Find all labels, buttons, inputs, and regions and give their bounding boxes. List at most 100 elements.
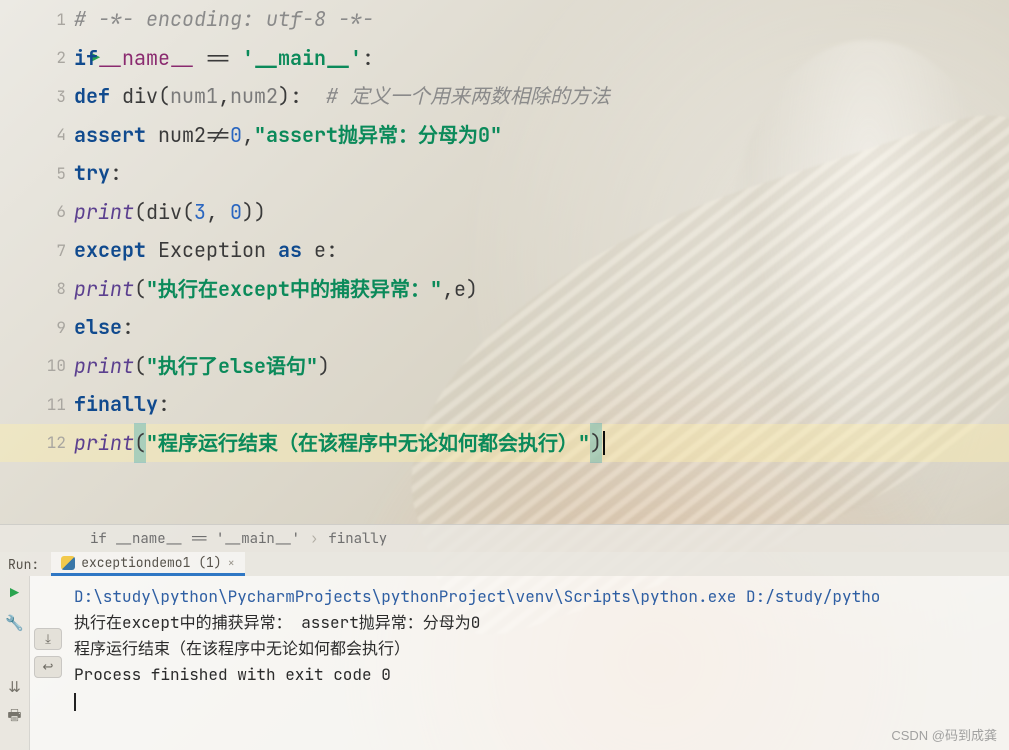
string: "执行了else语句" [146,347,318,386]
gutter-line[interactable]: 4 [0,116,74,155]
run-toolwindow-header: Run: exceptiondemo1 (1) × [0,552,1009,576]
punct: : [362,39,374,78]
code-line[interactable]: finally: [74,385,1009,424]
gutter-line[interactable]: 1 [0,0,74,39]
run-tab-title: exceptiondemo1 (1) [81,554,221,571]
op: == [194,39,242,78]
dunder-name: __name__ [98,39,194,78]
chevron-right-icon: › [310,530,318,548]
builtin-print: print [74,424,134,463]
gutter-line[interactable]: 6 [0,193,74,232]
punct: ( [158,77,170,116]
punct: : [326,231,338,270]
watermark: CSDN @码到成龚 [891,725,997,744]
string: "执行在except中的捕获异常：" [146,270,442,309]
punct: : [290,77,302,116]
code-line[interactable]: # -*- encoding: utf-8 -*- [74,0,1009,39]
gutter-line[interactable]: 2▶ [0,39,74,78]
gutter-line[interactable]: 8 [0,270,74,309]
code-editor[interactable]: 1 2▶ 3 4 5 6 7 8 9 10 11 12⌃ # -*- encod… [0,0,1009,524]
run-toolbar: ▶ 🔧 ⇊ 🖶 [0,576,30,750]
code-line[interactable]: print(div(3, 0)) [74,193,1009,232]
punct: : [122,308,134,347]
breadcrumb-segment[interactable]: if __name__ == '__main__' [90,530,300,548]
console-exit-line: Process finished with exit code 0 [74,662,999,688]
var: e [302,231,326,270]
punct: ) [278,77,290,116]
builtin-print: print [74,193,134,232]
gutter-line[interactable]: 5 [0,154,74,193]
param: num2 [230,77,278,116]
kw-if: if [74,39,98,78]
breadcrumb[interactable]: if __name__ == '__main__' › finally [0,524,1009,552]
exception-class: Exception [146,231,278,270]
punct: ( [134,423,146,464]
gutter-line[interactable]: 10 [0,347,74,386]
code-line[interactable]: except Exception as e: [74,231,1009,270]
kw-try: try [74,154,110,193]
code-line[interactable]: assert num2!=0,"assert抛异常：分母为0" [74,116,1009,155]
punct: ) [254,193,266,232]
var: e [454,270,466,309]
console-output-line: 程序运行结束（在该程序中无论如何都会执行） [74,636,999,662]
gutter-line[interactable]: 11 [0,385,74,424]
code-line[interactable]: print("执行了else语句") [74,347,1009,386]
gutter-line[interactable]: 9 [0,308,74,347]
punct: ) [242,193,254,232]
code-line[interactable]: def div(num1,num2): # 定义一个用来两数相除的方法 [74,77,1009,116]
run-console[interactable]: ⤓ ↩ D:\study\python\PycharmProjects\pyth… [30,576,1009,750]
punct: , [442,270,454,309]
punct: , [206,193,230,232]
string: '__main__' [242,39,362,78]
rerun-icon[interactable]: ▶ [4,582,26,604]
python-file-icon [61,556,75,570]
breadcrumb-segment[interactable]: finally [328,530,387,548]
gutter-line[interactable]: 7 [0,231,74,270]
scroll-to-end-icon[interactable]: ⤓ [34,628,62,650]
code-area[interactable]: # -*- encoding: utf-8 -*- if __name__ ==… [74,0,1009,462]
punct: , [242,116,254,155]
kw-assert: assert [74,116,146,155]
punct: : [110,154,122,193]
punct: ) [466,270,478,309]
print-icon[interactable]: 🖶 [4,706,26,728]
kw-else: else [74,308,122,347]
number: 0 [230,193,242,232]
gutter-line[interactable]: 3 [0,77,74,116]
close-icon[interactable]: × [228,555,235,571]
punct: : [158,385,170,424]
number: 0 [230,116,242,155]
fn-name: div [110,77,158,116]
kw-finally: finally [74,385,158,424]
code-line[interactable]: try: [74,154,1009,193]
code-line[interactable]: if __name__ == '__main__': [74,39,1009,78]
punct: , [218,77,230,116]
punct: ) [318,347,330,386]
wrench-icon[interactable]: 🔧 [4,612,26,634]
kw-except: except [74,231,146,270]
console-side-toolbar: ⤓ ↩ [34,628,62,678]
punct: ( [134,270,146,309]
number: 3 [194,193,206,232]
console-command: D:\study\python\PycharmProjects\pythonPr… [74,584,999,610]
kw-as: as [278,231,302,270]
run-tab[interactable]: exceptiondemo1 (1) × [51,552,245,576]
comment: # -*- encoding: utf-8 -*- [74,0,374,39]
punct: ( [182,193,194,232]
punct: ( [134,193,146,232]
op: != [206,116,230,155]
builtin-print: print [74,347,134,386]
code-line[interactable]: print("执行在except中的捕获异常：",e) [74,270,1009,309]
builtin-print: print [74,270,134,309]
down-icon[interactable]: ⇊ [4,676,26,698]
console-output-line: 执行在except中的捕获异常： assert抛异常：分母为0 [74,610,999,636]
code-line[interactable]: print("程序运行结束（在该程序中无论如何都会执行）") [74,424,1009,463]
string: "assert抛异常：分母为0" [254,116,502,155]
console-cursor[interactable] [74,688,999,714]
run-label: Run: [8,556,39,573]
code-line[interactable]: else: [74,308,1009,347]
fn-call: div [146,193,182,232]
string: "程序运行结束（在该程序中无论如何都会执行）" [146,424,590,463]
gutter-line[interactable]: 12⌃ [0,424,74,463]
soft-wrap-icon[interactable]: ↩ [34,656,62,678]
